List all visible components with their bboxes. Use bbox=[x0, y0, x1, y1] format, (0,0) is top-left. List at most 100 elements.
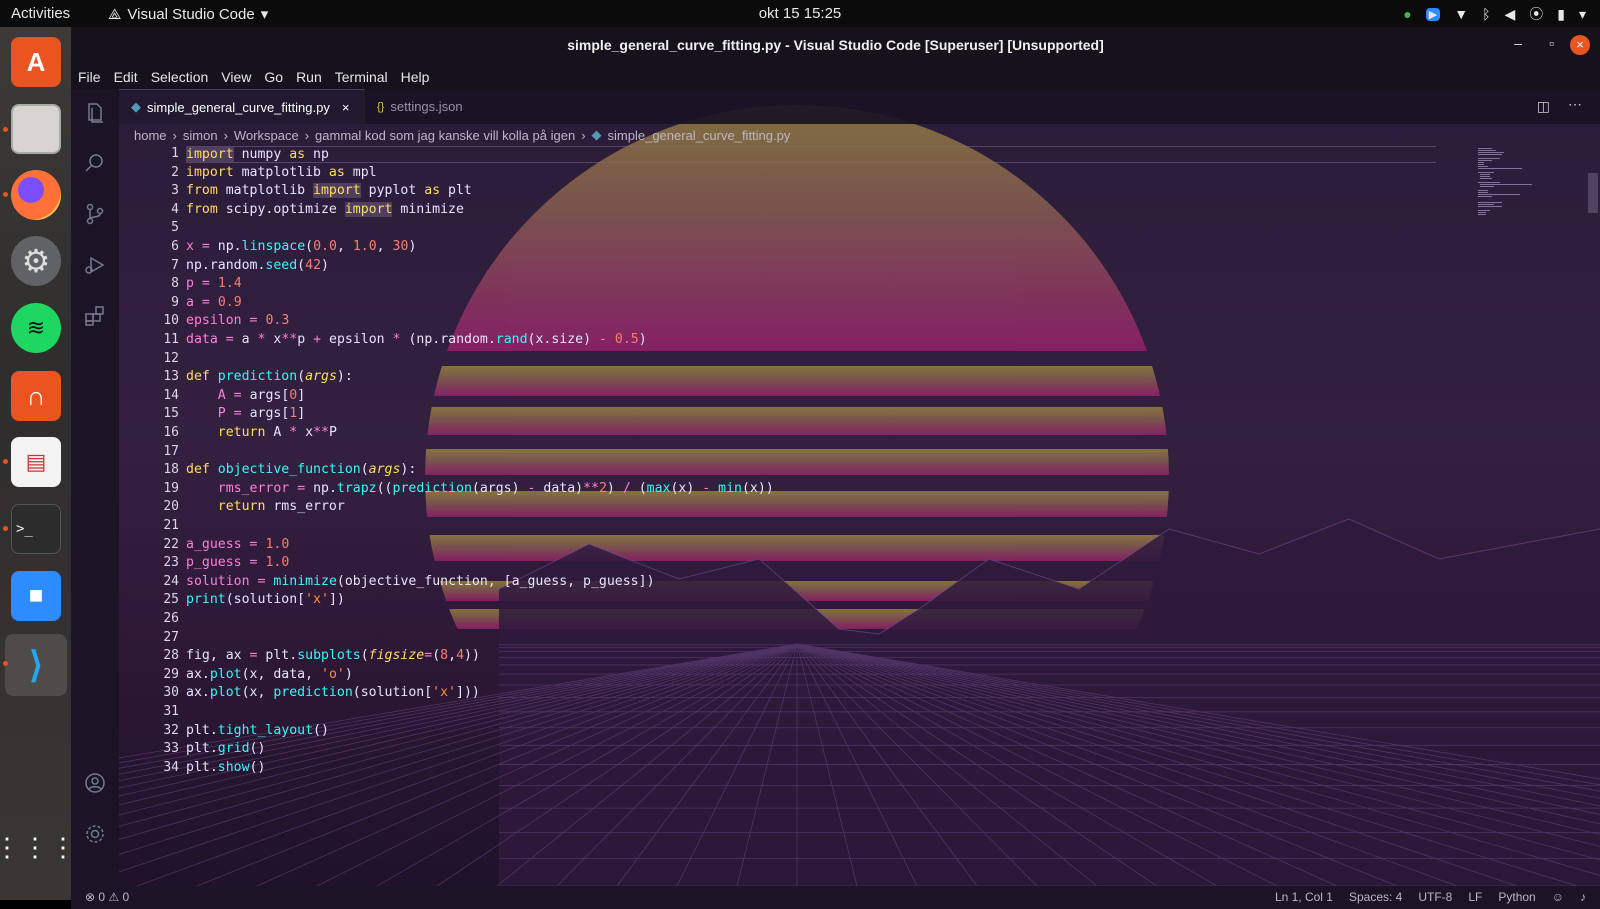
notifications-bell-icon[interactable]: ♪ bbox=[1580, 890, 1586, 904]
microphone-icon[interactable]: ⦿ bbox=[1529, 4, 1543, 24]
cursor-position[interactable]: Ln 1, Col 1 bbox=[1275, 890, 1333, 904]
code-line-2: import matplotlib as mpl bbox=[186, 164, 377, 180]
activities-button[interactable]: Activities bbox=[11, 5, 70, 22]
line-number: 31 bbox=[163, 704, 179, 719]
code-line-20: return rms_error bbox=[217, 499, 345, 515]
menu-bar: File Edit Selection View Go Run Terminal… bbox=[71, 64, 1600, 89]
code-line-16: return A * x**P bbox=[217, 425, 337, 440]
shield-icon[interactable]: ● bbox=[1403, 6, 1411, 22]
menu-edit[interactable]: Edit bbox=[114, 69, 138, 85]
line-number: 5 bbox=[171, 220, 179, 236]
chevron-down-icon: ▾ bbox=[260, 6, 269, 23]
code-line-28: fig, ax = plt.subplots(figsize=(8,4)) bbox=[186, 648, 480, 664]
document-viewer-icon[interactable]: ▤ bbox=[11, 437, 61, 487]
code-line-14: A = args[0] bbox=[217, 387, 306, 403]
spotify-icon[interactable]: ≋ bbox=[11, 303, 61, 353]
extensions-icon[interactable] bbox=[83, 304, 107, 328]
python-file-icon: ◆ bbox=[591, 127, 602, 142]
close-tab-icon[interactable]: × bbox=[342, 100, 350, 115]
tab-settings-json[interactable]: {} settings.json bbox=[365, 89, 485, 124]
indentation-setting[interactable]: Spaces: 4 bbox=[1349, 890, 1402, 904]
code-line-13: def prediction(args): bbox=[186, 369, 353, 385]
close-window-icon[interactable]: × bbox=[1570, 35, 1590, 55]
run-debug-icon[interactable] bbox=[83, 253, 107, 277]
feedback-icon[interactable]: ☺ bbox=[1552, 890, 1564, 904]
code-line-23: p_guess = 1.0 bbox=[186, 555, 290, 571]
language-mode[interactable]: Python bbox=[1498, 890, 1535, 904]
files-icon[interactable] bbox=[11, 104, 61, 154]
headphones-icon[interactable]: ∩ bbox=[11, 371, 61, 421]
ubuntu-software-icon[interactable]: A bbox=[11, 37, 61, 87]
menu-run[interactable]: Run bbox=[296, 69, 322, 85]
python-file-icon: ◆ bbox=[131, 99, 141, 114]
chevron-right-icon: › bbox=[581, 127, 586, 143]
breadcrumb-file[interactable]: simple_general_curve_fitting.py bbox=[608, 128, 791, 143]
line-number: 18 bbox=[163, 462, 179, 478]
tab-label: settings.json bbox=[390, 99, 463, 114]
line-number-gutter: 1 2 3 4 5 6 7 8 9 10 11 12 13 14 15 16 17 18 19 20 21 22 23 24 2… bbox=[119, 146, 179, 886]
problems-indicator[interactable]: ⊗ 0 ⚠ 0 bbox=[85, 890, 129, 904]
code-line-32: plt.tight_layout() bbox=[186, 722, 329, 738]
gnome-top-bar: Activities ⟁ Visual Studio Code ▾ okt 15… bbox=[0, 0, 1600, 27]
line-number: 20 bbox=[163, 499, 179, 515]
line-number: 13 bbox=[163, 369, 179, 385]
more-actions-icon[interactable]: ⋯ bbox=[1568, 96, 1582, 113]
source-control-icon[interactable] bbox=[83, 202, 107, 226]
chevron-down-icon[interactable]: ▾ bbox=[1579, 6, 1586, 23]
breadcrumb-workspace[interactable]: Workspace bbox=[234, 128, 299, 143]
menu-file[interactable]: File bbox=[78, 69, 101, 85]
app-menu[interactable]: ⟁ Visual Studio Code ▾ bbox=[108, 5, 269, 24]
maximize-icon[interactable]: ▫ bbox=[1549, 35, 1554, 51]
wifi-icon[interactable]: ▼ bbox=[1454, 6, 1468, 22]
terminal-icon[interactable]: >_ bbox=[11, 504, 61, 554]
code-line-9: a = 0.9 bbox=[186, 294, 242, 310]
breadcrumb-simon[interactable]: simon bbox=[183, 128, 218, 143]
breadcrumb-folder[interactable]: gammal kod som jag kanske vill kolla på … bbox=[315, 128, 575, 143]
menu-help[interactable]: Help bbox=[401, 69, 430, 85]
vscode-icon[interactable]: ⟩ bbox=[5, 634, 67, 696]
battery-icon[interactable]: ▮ bbox=[1557, 6, 1565, 23]
minimize-icon[interactable]: – bbox=[1514, 35, 1522, 51]
split-editor-icon[interactable]: ◫ bbox=[1537, 98, 1550, 115]
line-number: 17 bbox=[163, 443, 179, 459]
explorer-icon[interactable] bbox=[83, 101, 107, 125]
line-number: 22 bbox=[163, 536, 179, 552]
title-bar[interactable]: simple_general_curve_fitting.py - Visual… bbox=[71, 27, 1600, 64]
line-number: 29 bbox=[163, 666, 179, 682]
json-file-icon: {} bbox=[377, 100, 385, 113]
line-number: 24 bbox=[163, 573, 179, 589]
line-number: 32 bbox=[163, 722, 179, 738]
code-line-33: plt.grid() bbox=[186, 741, 266, 757]
zoom-tray-icon[interactable]: ▶ bbox=[1425, 7, 1441, 21]
volume-icon[interactable]: ◀ bbox=[1504, 6, 1515, 23]
line-number: 23 bbox=[163, 555, 179, 571]
window-title: simple_general_curve_fitting.py - Visual… bbox=[567, 37, 1104, 53]
system-tray[interactable]: ● ▶ ▼ ᛒ ◀ ⦿ ▮ ▾ bbox=[1403, 4, 1586, 24]
tab-simple-curve-fitting[interactable]: ◆ simple_general_curve_fitting.py × bbox=[119, 89, 365, 124]
settings-icon[interactable]: ⚙ bbox=[11, 236, 61, 286]
code-line-34: plt.show() bbox=[186, 759, 266, 775]
zoom-icon[interactable]: ■ bbox=[11, 571, 61, 621]
status-bar: ⊗ 0 ⚠ 0 Ln 1, Col 1 Spaces: 4 UTF-8 LF P… bbox=[71, 886, 1600, 909]
show-applications-icon[interactable]: ⋮⋮⋮ bbox=[0, 822, 76, 872]
scrollbar-thumb[interactable] bbox=[1588, 173, 1598, 213]
menu-selection[interactable]: Selection bbox=[151, 69, 209, 85]
line-ending-setting[interactable]: LF bbox=[1468, 890, 1482, 904]
code-line-19: rms_error = np.trapz((prediction(args) -… bbox=[217, 480, 774, 496]
minimap[interactable] bbox=[1476, 146, 1586, 226]
menu-go[interactable]: Go bbox=[264, 69, 283, 85]
breadcrumb-home[interactable]: home bbox=[134, 128, 167, 143]
bluetooth-icon[interactable]: ᛒ bbox=[1482, 6, 1490, 22]
manage-gear-icon[interactable] bbox=[83, 822, 107, 846]
code-line-7: np.random.seed(42) bbox=[186, 257, 329, 273]
code-line-15: P = args[1] bbox=[217, 406, 306, 422]
account-icon[interactable] bbox=[83, 771, 107, 795]
menu-terminal[interactable]: Terminal bbox=[335, 69, 388, 85]
line-number: 8 bbox=[171, 276, 179, 292]
menu-view[interactable]: View bbox=[221, 69, 251, 85]
firefox-icon[interactable] bbox=[11, 170, 61, 220]
line-number: 11 bbox=[163, 332, 179, 347]
code-editor[interactable]: import numpy as np import matplotlib as … bbox=[186, 146, 1436, 886]
encoding-setting[interactable]: UTF-8 bbox=[1418, 890, 1452, 904]
search-icon[interactable] bbox=[83, 151, 107, 175]
